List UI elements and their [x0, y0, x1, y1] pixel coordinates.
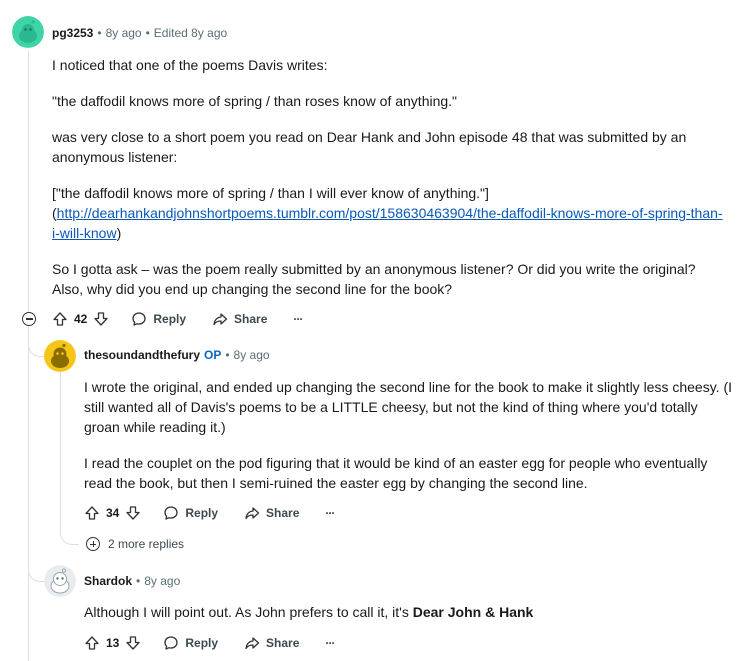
vote-count: 42 [74, 312, 88, 326]
separator-dot: • [97, 26, 102, 40]
share-icon [213, 313, 228, 326]
vote-count: 34 [106, 506, 120, 520]
separator-dot: • [145, 26, 150, 40]
comment-paragraph: ["the daffodil knows more of spring / th… [52, 185, 489, 201]
paren-close: ) [116, 225, 122, 241]
thread-curve [60, 524, 79, 545]
reply-button[interactable]: Reply [163, 635, 218, 651]
downvote-button[interactable] [125, 505, 141, 521]
upvote-button[interactable] [52, 311, 68, 327]
ellipsis-icon: ··· [325, 636, 335, 650]
comment-paragraph: I wrote the original, and ended up chang… [84, 379, 733, 435]
comment-body: I noticed that one of the poems Davis wr… [52, 55, 722, 75]
separator-dot: • [136, 574, 141, 588]
avatar[interactable] [44, 340, 76, 372]
reply-label: Reply [185, 506, 219, 520]
comment-paragraph: was very close to a short poem you read … [52, 129, 687, 165]
downvote-icon [126, 636, 141, 650]
edited-label: Edited 8y ago [153, 26, 228, 40]
more-options-button[interactable]: ··· [325, 506, 335, 520]
comment-paragraph: (http://dearhankandjohnshortpoems.tumblr… [52, 203, 724, 243]
comment-actions: 42 Reply Share ··· [52, 310, 303, 328]
share-button[interactable]: Share [244, 635, 299, 651]
separator-dot: • [225, 348, 230, 362]
thread-line-main [28, 50, 29, 312]
timestamp[interactable]: 8y ago [106, 26, 142, 40]
more-options-button[interactable]: ··· [293, 312, 303, 326]
more-replies-label: 2 more replies [108, 537, 185, 551]
external-link[interactable]: http://dearhankandjohnshortpoems.tumblr.… [52, 205, 723, 241]
comment-bold-text: Dear John & Hank [412, 604, 534, 620]
comment-bubble-icon [164, 636, 179, 650]
comment-header: Shardok • 8y ago [84, 574, 180, 588]
comment-bubble-icon [164, 506, 179, 520]
reply-button[interactable]: Reply [163, 505, 218, 521]
comment-body: Although I will point out. As John prefe… [84, 602, 734, 622]
comment-body: So I gotta ask – was the poem really sub… [52, 259, 727, 299]
timestamp[interactable]: 8y ago [234, 348, 270, 362]
reply-label: Reply [185, 636, 219, 650]
downvote-icon [126, 506, 141, 520]
comment-body: I read the couplet on the pod figuring t… [84, 453, 736, 493]
comment-body: I wrote the original, and ended up chang… [84, 377, 736, 437]
thread-line-main-lower [28, 328, 29, 661]
username[interactable]: Shardok [84, 574, 132, 588]
upvote-icon [85, 506, 99, 520]
upvote-button[interactable] [84, 635, 100, 651]
downvote-button[interactable] [93, 311, 109, 327]
plus-circle-icon [86, 537, 100, 551]
upvote-icon [53, 312, 67, 326]
upvote-button[interactable] [84, 505, 100, 521]
comment-paragraph: Although I will point out. As John prefe… [84, 602, 734, 622]
reply-label: Reply [153, 312, 187, 326]
ellipsis-icon: ··· [293, 312, 303, 326]
reply-button[interactable]: Reply [131, 311, 186, 327]
thread-curve [28, 555, 45, 582]
avatar[interactable] [44, 565, 76, 597]
comment-header: thesoundandthefury OP • 8y ago [84, 348, 270, 362]
downvote-button[interactable] [125, 635, 141, 651]
share-icon [245, 507, 260, 520]
comment-paragraph: I noticed that one of the poems Davis wr… [52, 57, 328, 73]
comment-body: was very close to a short poem you read … [52, 127, 717, 167]
avatar[interactable] [12, 16, 44, 48]
more-replies-button[interactable]: 2 more replies [86, 537, 184, 551]
comment-bubble-icon [132, 312, 147, 326]
comment-paragraph: I read the couplet on the pod figuring t… [84, 455, 708, 491]
comment-actions: 13 Reply Share ··· [84, 634, 335, 652]
share-icon [245, 637, 260, 650]
comment-header: pg3253 • 8y ago • Edited 8y ago [52, 26, 227, 40]
comment-paragraph: So I gotta ask – was the poem really sub… [52, 261, 696, 297]
share-label: Share [234, 312, 268, 326]
thread-line-reply [60, 372, 61, 532]
username[interactable]: pg3253 [52, 26, 93, 40]
vote-count: 13 [106, 636, 120, 650]
share-button[interactable]: Share [244, 505, 299, 521]
collapse-thread-button[interactable] [22, 312, 36, 326]
minus-icon [25, 318, 33, 320]
downvote-icon [94, 312, 109, 326]
comment-body: "the daffodil knows more of spring / tha… [52, 91, 722, 111]
share-label: Share [266, 506, 300, 520]
op-badge: OP [204, 348, 222, 362]
timestamp[interactable]: 8y ago [144, 574, 180, 588]
ellipsis-icon: ··· [325, 506, 335, 520]
share-label: Share [266, 636, 300, 650]
username[interactable]: thesoundandthefury [84, 348, 200, 362]
upvote-icon [85, 636, 99, 650]
comment-actions: 34 Reply Share ··· [84, 504, 335, 522]
share-button[interactable]: Share [212, 311, 267, 327]
comment-paragraph: "the daffodil knows more of spring / tha… [52, 93, 458, 109]
comment-text: Although I will point out. As John prefe… [84, 604, 413, 620]
comment-body: ["the daffodil knows more of spring / th… [52, 183, 724, 243]
more-options-button[interactable]: ··· [325, 636, 335, 650]
